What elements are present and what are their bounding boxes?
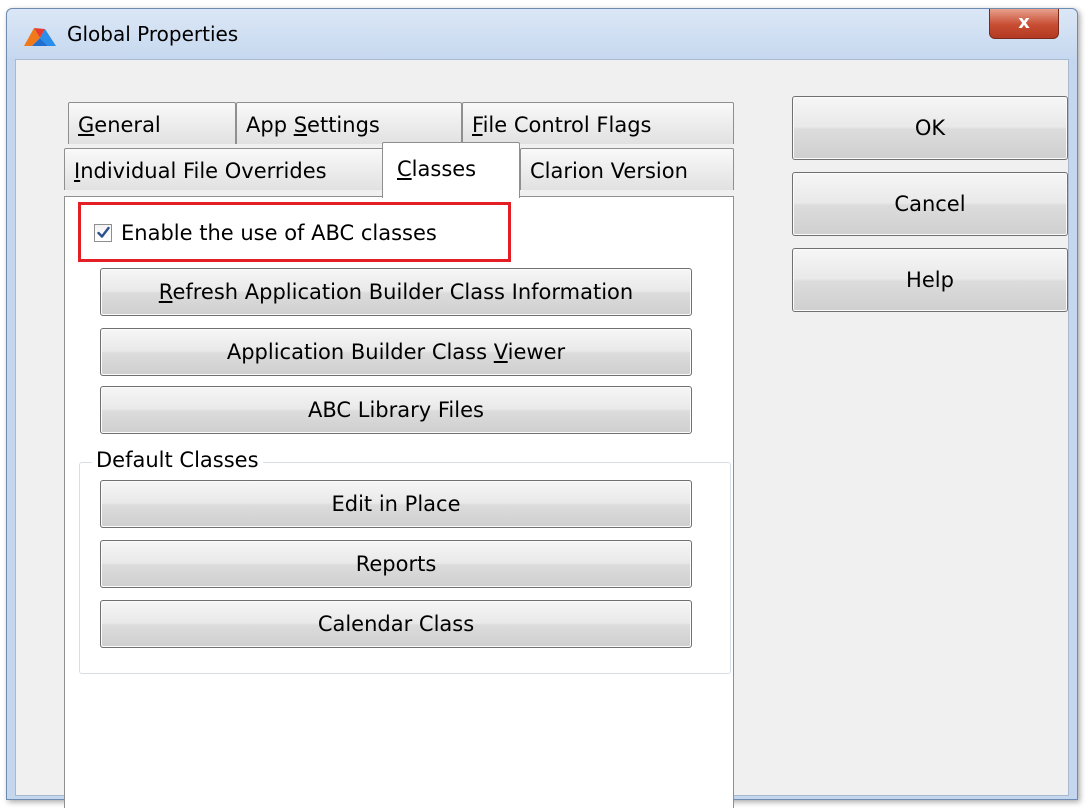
tab-file-control-flags-mnemonic: F xyxy=(472,113,483,137)
cancel-button[interactable]: Cancel xyxy=(792,172,1068,236)
clarion-app-icon xyxy=(24,28,56,46)
class-viewer-button[interactable]: Application Builder Class Viewer xyxy=(100,328,692,376)
tab-file-control-flags-label-rest: ile Control Flags xyxy=(482,113,652,137)
checkmark-icon xyxy=(97,226,110,238)
reports-button[interactable]: Reports xyxy=(100,540,692,588)
tab-app-settings-label-b: ettings xyxy=(307,113,380,137)
dialog-client-area: General App Settings File Control Flags … xyxy=(15,59,1069,808)
tab-general[interactable]: General xyxy=(68,102,236,144)
abc-library-files-label: ABC Library Files xyxy=(308,398,484,422)
tab-classes[interactable]: Classes xyxy=(382,142,520,198)
close-button[interactable]: x xyxy=(989,9,1059,39)
tab-app-settings-label-a: App xyxy=(246,113,294,137)
refresh-mnemonic: R xyxy=(158,280,173,304)
tab-individual-label-rest: ndividual File Overrides xyxy=(80,159,327,183)
tab-general-mnemonic: G xyxy=(78,113,95,137)
close-icon: x xyxy=(1018,12,1030,33)
tab-classes-label-rest: lasses xyxy=(411,157,477,181)
calendar-class-label: Calendar Class xyxy=(317,612,475,636)
class-viewer-mnemonic: V xyxy=(493,340,508,364)
refresh-class-info-button[interactable]: Refresh Application Builder Class Inform… xyxy=(100,268,692,316)
classes-panel-contents: Enable the use of ABC classes Refresh Ap… xyxy=(64,196,734,808)
tab-classes-mnemonic: C xyxy=(397,157,412,181)
default-classes-label: Default Classes xyxy=(92,448,263,472)
class-viewer-label-b: iewer xyxy=(507,340,566,364)
tab-clarion-version-label: Clarion Version xyxy=(530,159,688,183)
ok-button[interactable]: OK xyxy=(792,96,1068,160)
enable-abc-checkbox[interactable] xyxy=(94,224,112,242)
abc-library-files-button[interactable]: ABC Library Files xyxy=(100,386,692,434)
calendar-class-button[interactable]: Calendar Class xyxy=(100,600,692,648)
enable-abc-row[interactable]: Enable the use of ABC classes xyxy=(94,220,437,246)
cancel-label: Cancel xyxy=(894,192,966,216)
help-label: Help xyxy=(906,268,954,292)
screenshot-stage: Global Properties x General App Settings… xyxy=(0,0,1092,808)
enable-abc-label: Enable the use of ABC classes xyxy=(121,221,437,245)
tab-general-label-rest: eneral xyxy=(94,113,161,137)
help-button[interactable]: Help xyxy=(792,248,1068,312)
tab-app-settings-mnemonic: S xyxy=(293,113,308,137)
class-viewer-label-a: Application Builder Class xyxy=(226,340,494,364)
reports-label: Reports xyxy=(355,552,437,576)
refresh-label-rest: efresh Application Builder Class Informa… xyxy=(172,280,634,304)
edit-in-place-button[interactable]: Edit in Place xyxy=(100,480,692,528)
ok-label: OK xyxy=(914,116,946,140)
global-properties-dialog: Global Properties x General App Settings… xyxy=(6,8,1078,808)
edit-in-place-label: Edit in Place xyxy=(331,492,461,516)
tab-file-control-flags[interactable]: File Control Flags xyxy=(462,102,734,144)
title-bar[interactable]: Global Properties x xyxy=(7,9,1077,59)
tab-clarion-version[interactable]: Clarion Version xyxy=(520,148,734,190)
tab-individual-file-overrides[interactable]: Individual File Overrides xyxy=(64,148,384,190)
tab-app-settings[interactable]: App Settings xyxy=(236,102,462,144)
window-title: Global Properties xyxy=(67,22,239,46)
